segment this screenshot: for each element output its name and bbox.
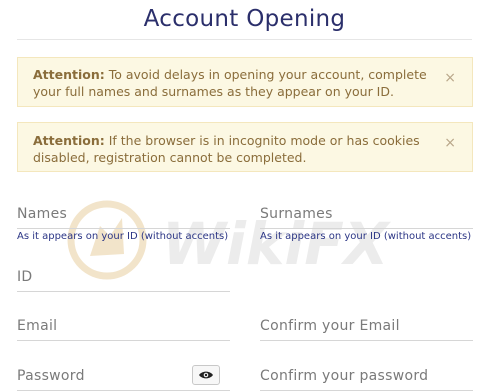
password-label: Password <box>17 368 85 384</box>
names-label: Names <box>17 206 68 222</box>
surnames-underline <box>260 228 473 229</box>
surnames-label: Surnames <box>260 206 333 222</box>
alert-prefix: Attention: <box>33 67 105 82</box>
page-title: Account Opening <box>143 6 346 32</box>
names-helper: As it appears on your ID (without accent… <box>17 231 229 242</box>
confirm-email-label: Confirm your Email <box>260 318 400 334</box>
alert-incognito: Attention: If the browser is in incognit… <box>17 122 473 172</box>
show-password-button[interactable] <box>192 365 220 385</box>
surnames-helper: As it appears on your ID (without accent… <box>260 231 472 242</box>
eye-icon <box>199 371 213 379</box>
names-underline <box>17 228 230 229</box>
title-divider <box>17 39 472 40</box>
close-icon[interactable]: × <box>444 135 456 152</box>
close-icon[interactable]: × <box>444 70 456 87</box>
email-underline <box>17 340 230 341</box>
alert-full-names: Attention: To avoid delays in opening yo… <box>17 57 473 107</box>
confirm-password-underline <box>260 390 473 391</box>
password-underline <box>17 390 230 391</box>
confirm-email-underline <box>260 340 473 341</box>
alert-prefix: Attention: <box>33 133 105 148</box>
id-underline <box>17 291 230 292</box>
id-label: ID <box>17 269 33 285</box>
email-label: Email <box>17 318 58 334</box>
confirm-password-label: Confirm your password <box>260 368 429 384</box>
watermark-logo: WikiFX <box>67 200 392 280</box>
